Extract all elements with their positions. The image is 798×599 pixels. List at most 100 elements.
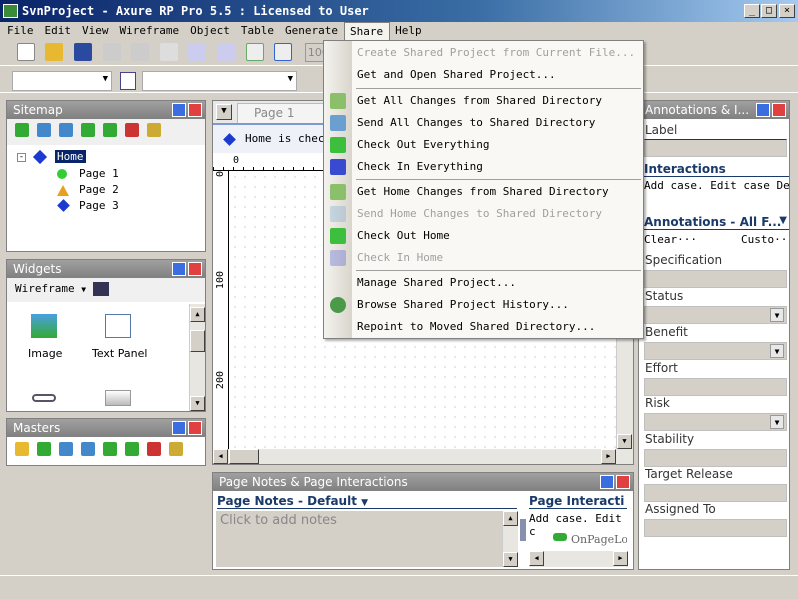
- copy-icon[interactable]: [131, 43, 150, 61]
- delete-master-icon[interactable]: [147, 442, 161, 456]
- open-folder-icon[interactable]: [45, 43, 64, 61]
- delete-page-icon[interactable]: [125, 123, 139, 137]
- tab-list-button[interactable]: ▼: [216, 104, 232, 120]
- maximize-button[interactable]: □: [761, 4, 777, 18]
- close-button[interactable]: ×: [779, 4, 795, 18]
- interactions-hscrollbar[interactable]: ◀ ▶: [529, 551, 628, 567]
- customize-link[interactable]: Custo···: [741, 233, 789, 246]
- pin-icon[interactable]: [756, 103, 770, 117]
- move-up-icon[interactable]: [59, 442, 73, 456]
- text-panel-widget-icon[interactable]: [105, 314, 131, 338]
- new-file-icon[interactable]: [16, 43, 35, 61]
- menu-edit[interactable]: Edit: [40, 22, 78, 40]
- menu-item-get-home-changes-from-shared-directory[interactable]: Get Home Changes from Shared Directory: [357, 181, 637, 203]
- sitemap-item-page2[interactable]: Page 2: [79, 183, 119, 196]
- horizontal-scrollbar[interactable]: ◀ ▶: [213, 449, 633, 464]
- widgets-scrollbar[interactable]: ▲ ▼: [189, 304, 205, 411]
- pin-icon[interactable]: [172, 262, 186, 276]
- tab-page1[interactable]: Page 1: [237, 103, 337, 123]
- undo-icon[interactable]: [188, 43, 207, 61]
- menu-item-browse-shared-project-history[interactable]: Browse Shared Project History...: [357, 294, 637, 316]
- chevron-down-icon[interactable]: ▼: [770, 344, 784, 358]
- sitemap-item-page1[interactable]: Page 1: [79, 167, 119, 180]
- style-select[interactable]: ▼: [142, 71, 297, 91]
- edit-icon[interactable]: [169, 442, 183, 456]
- menu-item-check-out-everything[interactable]: Check Out Everything: [357, 134, 637, 156]
- risk-select[interactable]: ▼: [644, 413, 787, 431]
- pin-icon[interactable]: [172, 421, 186, 435]
- label-input[interactable]: [644, 139, 787, 157]
- splitter-handle[interactable]: [520, 519, 526, 541]
- stability-input[interactable]: [644, 449, 787, 467]
- link-widget-icon[interactable]: [32, 394, 56, 402]
- clear-link[interactable]: Clear···: [644, 233, 697, 246]
- menu-item-manage-shared-project[interactable]: Manage Shared Project...: [357, 272, 637, 294]
- add-page-icon[interactable]: [15, 123, 29, 137]
- save-icon[interactable]: [73, 43, 92, 61]
- page-notes-input[interactable]: Click to add notes: [216, 511, 503, 567]
- collapse-icon[interactable]: -: [17, 153, 26, 162]
- close-icon[interactable]: [188, 421, 202, 435]
- menu-view[interactable]: View: [77, 22, 115, 40]
- paste-icon[interactable]: [159, 43, 178, 61]
- effort-input[interactable]: [644, 378, 787, 396]
- benefit-select[interactable]: ▼: [644, 342, 787, 360]
- menu-file[interactable]: File: [2, 22, 40, 40]
- interactions-actions[interactable]: Add case. Edit case Dele: [644, 179, 789, 192]
- menu-table[interactable]: Table: [236, 22, 280, 40]
- binoculars-icon[interactable]: [93, 282, 109, 296]
- close-icon[interactable]: [772, 103, 786, 117]
- status-select[interactable]: ▼: [644, 306, 787, 324]
- page-notes-heading[interactable]: Page Notes - Default ▼: [217, 494, 517, 509]
- menu-help[interactable]: Help: [390, 22, 428, 40]
- style-icon[interactable]: [120, 72, 136, 90]
- pin-icon[interactable]: [600, 475, 614, 489]
- menu-generate[interactable]: Generate: [280, 22, 344, 40]
- button-widget-icon[interactable]: [105, 390, 131, 406]
- menu-share[interactable]: Share: [343, 22, 391, 40]
- menu-item-get-all-changes-from-shared-directory[interactable]: Get All Changes from Shared Directory: [357, 90, 637, 112]
- widgets-panel: Widgets Wireframe ▼ Image Text Panel ▲ ▼: [6, 259, 206, 412]
- menu-object[interactable]: Object: [185, 22, 236, 40]
- specification-input[interactable]: [644, 270, 787, 288]
- close-icon[interactable]: [188, 262, 202, 276]
- add-folder-icon[interactable]: [15, 442, 29, 456]
- check-in-icon[interactable]: [274, 43, 293, 61]
- annotation-fields-heading[interactable]: Annotations - All F... ▼: [644, 215, 789, 230]
- sitemap-item-home[interactable]: Home: [55, 150, 86, 163]
- outdent-icon[interactable]: [103, 123, 117, 137]
- cut-icon[interactable]: [102, 43, 121, 61]
- sitemap-item-page3[interactable]: Page 3: [79, 199, 119, 212]
- image-widget-icon[interactable]: [31, 314, 57, 338]
- edit-icon[interactable]: [147, 123, 161, 137]
- chevron-down-icon[interactable]: ▼: [770, 415, 784, 429]
- menu-item-check-in-everything[interactable]: Check In Everything: [357, 156, 637, 178]
- menu-item-check-out-home[interactable]: Check Out Home: [357, 225, 637, 247]
- indent-icon[interactable]: [81, 123, 95, 137]
- close-icon[interactable]: [616, 475, 630, 489]
- event-onpageload[interactable]: OnPageLoad: [571, 533, 627, 546]
- notes-scrollbar[interactable]: ▲ ▼: [502, 511, 518, 567]
- get-changes-icon[interactable]: [245, 43, 264, 61]
- add-master-icon[interactable]: [37, 442, 51, 456]
- minimize-button[interactable]: _: [744, 4, 760, 18]
- menu-item-repoint-to-moved-shared-directory[interactable]: Repoint to Moved Shared Directory...: [357, 316, 637, 338]
- redo-icon[interactable]: [217, 43, 235, 61]
- menu-wireframe[interactable]: Wireframe: [115, 22, 186, 40]
- menu-item-get-and-open-shared-project[interactable]: Get and Open Shared Project...: [357, 64, 637, 86]
- font-select[interactable]: ▼: [12, 71, 112, 91]
- close-icon[interactable]: [188, 103, 202, 117]
- move-down-icon[interactable]: [81, 442, 95, 456]
- menu-item-send-all-changes-to-shared-directory[interactable]: Send All Changes to Shared Directory: [357, 112, 637, 134]
- outdent-icon[interactable]: [125, 442, 139, 456]
- move-up-icon[interactable]: [37, 123, 51, 137]
- indent-icon[interactable]: [103, 442, 117, 456]
- chevron-down-icon[interactable]: ▼: [770, 308, 784, 322]
- move-down-icon[interactable]: [59, 123, 73, 137]
- assigned-to-input[interactable]: [644, 519, 787, 537]
- widget-image[interactable]: Image: [28, 347, 62, 360]
- widget-text-panel[interactable]: Text Panel: [92, 347, 147, 360]
- pin-icon[interactable]: [172, 103, 186, 117]
- library-select[interactable]: Wireframe ▼: [15, 282, 86, 295]
- target-release-input[interactable]: [644, 484, 787, 502]
